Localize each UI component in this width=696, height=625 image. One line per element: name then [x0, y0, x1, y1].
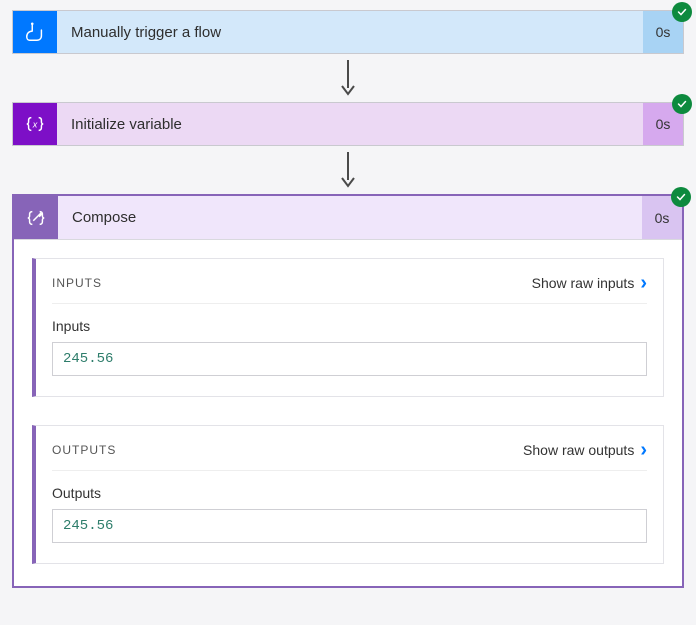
show-raw-inputs-link[interactable]: Show raw inputs ›: [532, 273, 647, 293]
compose-body: INPUTS Show raw inputs › Inputs 245.56 O…: [14, 240, 682, 586]
outputs-header: OUTPUTS: [52, 443, 116, 457]
inputs-section: INPUTS Show raw inputs › Inputs 245.56: [32, 258, 664, 397]
trigger-icon: [13, 11, 57, 53]
step-initialize-variable[interactable]: x Initialize variable 0s: [12, 102, 684, 146]
show-raw-outputs-link[interactable]: Show raw outputs ›: [523, 440, 647, 460]
success-badge-icon: [672, 2, 692, 22]
chevron-right-icon: ›: [640, 273, 647, 293]
outputs-field-label: Outputs: [52, 485, 647, 501]
success-badge-icon: [671, 187, 691, 207]
inputs-header: INPUTS: [52, 276, 102, 290]
arrow-connector: [12, 54, 684, 102]
show-raw-outputs-label: Show raw outputs: [523, 442, 634, 458]
step-title: Compose: [58, 196, 642, 239]
outputs-section: OUTPUTS Show raw outputs › Outputs 245.5…: [32, 425, 664, 564]
svg-text:x: x: [32, 120, 38, 130]
outputs-value: 245.56: [52, 509, 647, 543]
inputs-field-label: Inputs: [52, 318, 647, 334]
step-compose-expanded: Compose 0s INPUTS Show raw inputs › Inpu…: [12, 194, 684, 588]
inputs-value: 245.56: [52, 342, 647, 376]
step-trigger[interactable]: Manually trigger a flow 0s: [12, 10, 684, 54]
step-title: Manually trigger a flow: [57, 11, 643, 53]
compose-icon: [14, 196, 58, 239]
success-badge-icon: [672, 94, 692, 114]
arrow-connector: [12, 146, 684, 194]
step-compose-header[interactable]: Compose 0s: [14, 196, 682, 240]
show-raw-inputs-label: Show raw inputs: [532, 275, 635, 291]
chevron-right-icon: ›: [640, 440, 647, 460]
variable-icon: x: [13, 103, 57, 145]
step-title: Initialize variable: [57, 103, 643, 145]
